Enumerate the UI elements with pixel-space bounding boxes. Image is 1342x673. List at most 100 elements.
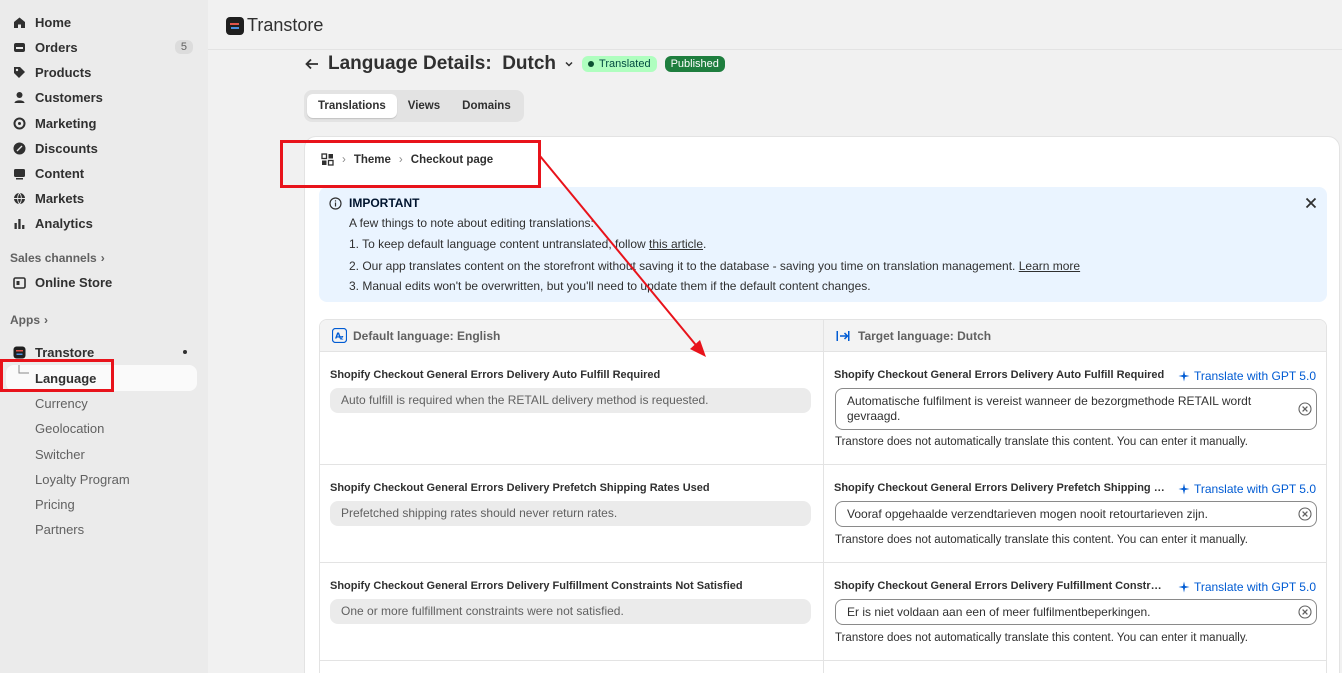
sidebar-item-label: Analytics <box>35 215 93 231</box>
target-text: Er is niet voldaan aan een of meer fulfi… <box>847 605 1151 619</box>
banner-intro: A few things to note about editing trans… <box>349 216 594 230</box>
important-banner: IMPORTANT A few things to note about edi… <box>319 187 1327 302</box>
tab-translations[interactable]: Translations <box>307 94 397 118</box>
sidebar-item-marketing[interactable]: Marketing <box>6 111 197 135</box>
target-text-field[interactable]: Vooraf opgehaalde verzendtarieven mogen … <box>835 501 1317 527</box>
page-header: Language Details: Dutch Translated Publi… <box>304 52 725 76</box>
globe-icon <box>12 191 26 205</box>
transtore-app-icon <box>12 345 26 359</box>
translate-with-gpt-button[interactable]: Translate with GPT 5.0 <box>1178 482 1316 496</box>
table-row: Shopify Checkout General Errors Delivery… <box>320 352 1326 465</box>
status-badge-published: Published <box>664 56 725 72</box>
translation-key: Shopify Checkout General Errors Delivery… <box>834 580 1166 592</box>
target-cell: Shopify Checkout General Errors Delivery… <box>823 563 1326 660</box>
sidebar-item-label: Marketing <box>35 115 97 131</box>
status-dot-icon <box>588 61 595 67</box>
sparkle-icon <box>1178 581 1190 593</box>
annotation-highlight-language <box>0 359 114 392</box>
sidebar-item-discounts[interactable]: Discounts <box>6 136 197 160</box>
sidebar-item-pricing[interactable]: Pricing <box>35 497 75 512</box>
orders-icon <box>12 40 26 54</box>
sidebar-item-orders[interactable]: Orders 5 <box>6 35 197 59</box>
sidebar-item-customers[interactable]: Customers <box>6 85 197 109</box>
manual-translation-note: Transtore does not automatically transla… <box>835 534 1248 546</box>
discount-icon <box>12 141 26 155</box>
translation-key: Shopify Checkout General Errors Delivery… <box>330 580 743 592</box>
target-cell: Shopify Checkout General Errors Delivery… <box>823 465 1326 562</box>
info-icon <box>329 197 342 210</box>
back-arrow-icon[interactable] <box>304 56 320 72</box>
translations-table: Az Default language: English Target lang… <box>319 319 1327 673</box>
table-row: Shopify Checkout General Errors Delivery… <box>320 465 1326 563</box>
translation-key: Shopify Checkout General Errors Delivery… <box>834 482 1166 494</box>
banner-line-3: 3. Manual edits won't be overwritten, bu… <box>349 279 871 293</box>
sidebar-item-currency[interactable]: Currency <box>35 396 88 411</box>
translate-with-gpt-button[interactable]: Translate with GPT 5.0 <box>1178 580 1316 594</box>
sidebar-item-analytics[interactable]: Analytics <box>6 211 197 235</box>
gpt-button-label: Translate with GPT 5.0 <box>1193 482 1316 496</box>
close-icon[interactable] <box>1305 197 1317 209</box>
sidebar-item-label: Discounts <box>35 140 98 156</box>
sidebar-item-partners[interactable]: Partners <box>35 522 84 537</box>
gpt-button-label: Translate with GPT 5.0 <box>1193 580 1316 594</box>
sidebar-item-markets[interactable]: Markets <box>6 186 197 210</box>
app-topbar: Transtore <box>208 0 1342 50</box>
tab-domains[interactable]: Domains <box>451 94 522 118</box>
sidebar-item-online-store[interactable]: Online Store <box>6 270 197 294</box>
sidebar-item-label: Content <box>35 165 85 181</box>
target-text: Vooraf opgehaalde verzendtarieven mogen … <box>847 507 1208 521</box>
clear-icon[interactable] <box>1298 605 1312 619</box>
sidebar-item-geolocation[interactable]: Geolocation <box>35 421 104 436</box>
bar-chart-icon <box>12 216 26 230</box>
source-text: One or more fulfillment constraints were… <box>330 599 811 624</box>
source-cell: Shopify Checkout General Errors Delivery… <box>320 563 823 660</box>
chevron-right-icon: › <box>44 313 48 327</box>
target-cell <box>823 661 1326 673</box>
tag-icon <box>12 65 26 79</box>
brand-name: Transtore <box>247 15 324 35</box>
sidebar-item-loyalty-program[interactable]: Loyalty Program <box>35 472 130 487</box>
source-text: Prefetched shipping rates should never r… <box>330 501 811 526</box>
banner-line-1-suffix: . <box>703 237 707 251</box>
clear-icon[interactable] <box>1298 507 1312 521</box>
banner-heading: IMPORTANT <box>349 196 420 210</box>
table-header: Az Default language: English Target lang… <box>320 320 1326 352</box>
sidebar-item-content[interactable]: Content <box>6 161 197 185</box>
sidebar-item-home[interactable]: Home <box>6 10 197 34</box>
source-cell: Shopify Checkout General Errors Delivery… <box>320 465 823 562</box>
banner-line-1-text: 1. To keep default language content untr… <box>349 237 649 251</box>
sales-channels-label: Sales channels <box>10 251 97 265</box>
target-text-field[interactable]: Automatische fulfilment is vereist wanne… <box>835 388 1317 430</box>
banner-line-2: 2. Our app translates content on the sto… <box>349 259 1080 273</box>
translate-with-gpt-button[interactable]: Translate with GPT 5.0 <box>1178 369 1316 383</box>
target-text-field[interactable]: Er is niet voldaan aan een of meer fulfi… <box>835 599 1317 625</box>
sidebar-item-label: Markets <box>35 190 85 206</box>
translation-key: Shopify Checkout General Errors Delivery… <box>330 482 710 494</box>
table-row <box>320 661 1326 673</box>
tab-views[interactable]: Views <box>397 94 451 118</box>
clear-icon[interactable] <box>1298 402 1312 416</box>
person-icon <box>12 90 26 104</box>
home-icon <box>12 15 26 29</box>
sidebar-item-products[interactable]: Products <box>6 60 197 84</box>
target-text: Automatische fulfilment is vereist wanne… <box>847 394 1252 423</box>
content-icon <box>12 166 26 180</box>
arrow-to-bar-icon <box>836 330 850 342</box>
status-translated-label: Translated <box>599 58 651 70</box>
this-article-link[interactable]: this article <box>649 237 703 251</box>
learn-more-link[interactable]: Learn more <box>1019 259 1080 273</box>
banner-line-1: 1. To keep default language content untr… <box>349 237 706 251</box>
sidebar-item-switcher[interactable]: Switcher <box>35 447 85 462</box>
page-tabs: Translations Views Domains <box>304 90 524 122</box>
default-language-header: Az Default language: English <box>320 320 823 351</box>
chevron-down-icon[interactable] <box>564 59 574 69</box>
default-language-label: Default language: English <box>353 328 501 343</box>
manual-translation-note: Transtore does not automatically transla… <box>835 632 1248 644</box>
apps-heading[interactable]: Apps › <box>10 313 48 327</box>
source-cell <box>320 661 823 673</box>
target-icon <box>12 116 26 130</box>
sales-channels-heading[interactable]: Sales channels › <box>10 251 105 265</box>
status-badge-translated: Translated <box>582 56 657 72</box>
translation-key: Shopify Checkout General Errors Delivery… <box>834 369 1165 381</box>
store-icon <box>12 275 26 289</box>
